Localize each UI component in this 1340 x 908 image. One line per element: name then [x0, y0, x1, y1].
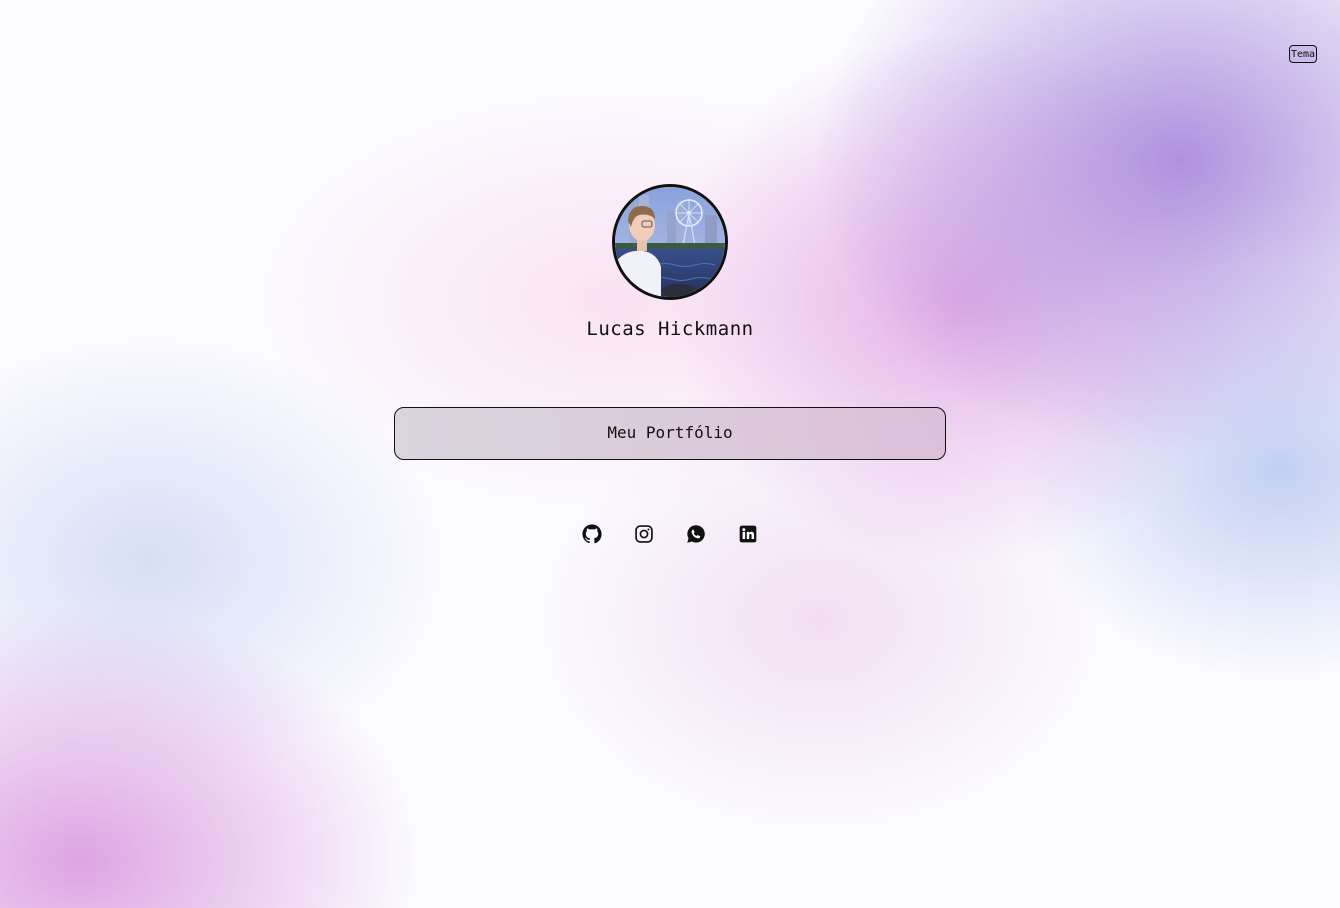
instagram-link[interactable]: [634, 524, 654, 544]
profile-name: Lucas Hickmann: [586, 318, 754, 340]
avatar: [612, 184, 728, 300]
whatsapp-icon: [687, 525, 705, 543]
instagram-icon: [635, 525, 653, 543]
linkedin-icon: [739, 525, 757, 543]
github-link[interactable]: [582, 524, 602, 544]
profile-photo: [615, 187, 725, 297]
theme-toggle-button[interactable]: Tema: [1289, 45, 1317, 63]
whatsapp-link[interactable]: [686, 524, 706, 544]
github-icon: [582, 524, 602, 544]
portfolio-link-button[interactable]: Meu Portfólio: [394, 407, 946, 460]
social-links: [582, 524, 758, 544]
linkedin-link[interactable]: [738, 524, 758, 544]
